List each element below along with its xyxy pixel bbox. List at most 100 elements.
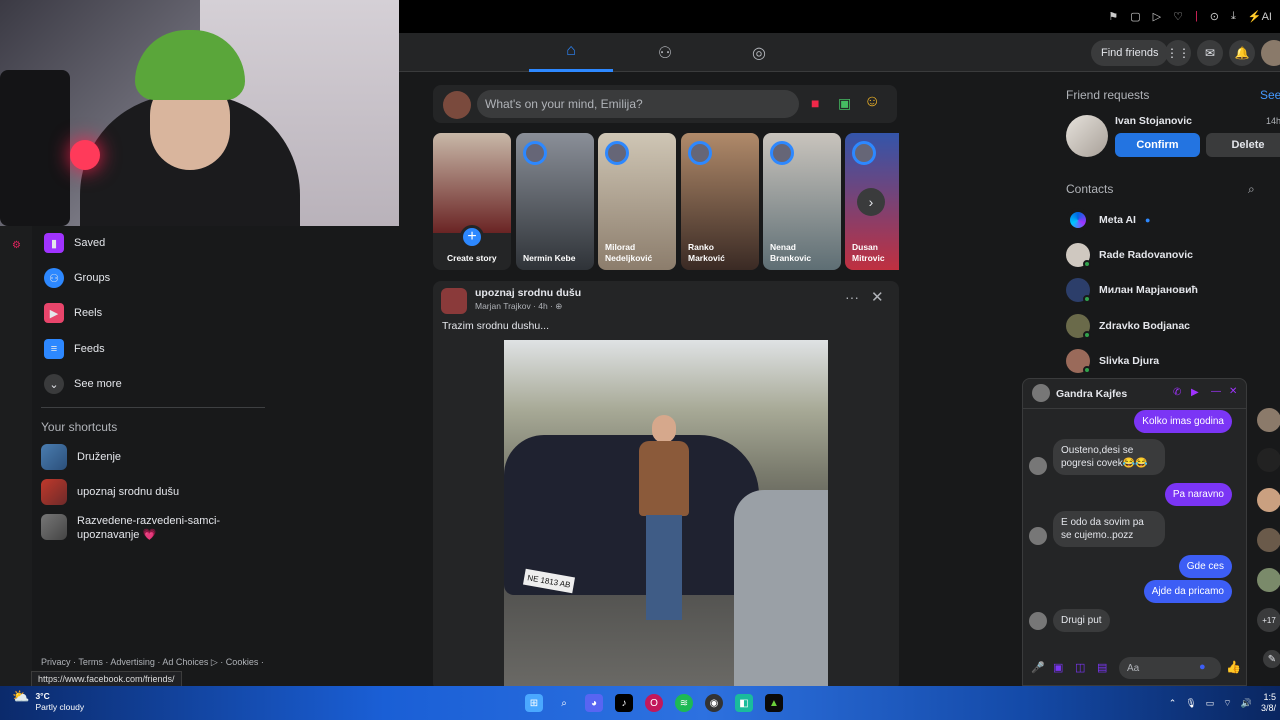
shortcut-druzenje[interactable]: Druženje — [41, 444, 121, 470]
chat-head-avatar[interactable] — [1257, 528, 1280, 552]
chat-message-input[interactable]: Aa — [1119, 657, 1221, 679]
opera-icon[interactable]: O — [645, 694, 663, 712]
sidebar-item-reels[interactable]: ▶ Reels — [44, 303, 102, 323]
extension-icons: ⚑ ▢ ▷ ♡ | ⊙ ⤓ ⚡AI — [1108, 10, 1272, 23]
story-card[interactable]: Nermin Kebe — [516, 133, 594, 270]
display-icon[interactable]: ▭ — [1206, 698, 1215, 709]
photo-icon[interactable]: ▣ — [838, 95, 851, 112]
windows-taskbar: ⛅ 3°C Partly cloudy ⊞ ⌕ ◕ ♪ O ≋ ◉ ◧ ▲ ⌃ … — [0, 686, 1280, 720]
chat-head-avatar[interactable] — [1257, 448, 1280, 472]
discord-icon[interactable]: ◕ — [585, 694, 603, 712]
gif-icon[interactable]: ▤ — [1097, 661, 1107, 674]
profile-avatar[interactable] — [1261, 40, 1280, 66]
play-icon[interactable]: ▷ — [1153, 10, 1161, 23]
sidebar-item-label: Feeds — [74, 343, 105, 355]
avatar[interactable] — [1066, 115, 1108, 157]
online-indicator — [1083, 366, 1091, 374]
bookmark-icon[interactable]: ⚑ — [1108, 10, 1118, 23]
footer-links[interactable]: Privacy · Terms · Advertising · Ad Choic… — [41, 657, 264, 668]
confirm-button[interactable]: Confirm — [1115, 133, 1200, 157]
sticker-icon[interactable]: ◫ — [1075, 661, 1085, 674]
find-friends-button[interactable]: Find friends — [1091, 40, 1169, 66]
wifi-icon[interactable]: ⌔ — [1223, 698, 1231, 709]
post-photo[interactable]: NE 1813 AB — [504, 340, 828, 691]
menu-grid-button[interactable]: ⋮⋮ — [1165, 40, 1191, 66]
like-icon[interactable]: 👍 — [1226, 660, 1241, 674]
composer-input[interactable]: What's on your mind, Emilija? — [477, 90, 799, 118]
contact-item[interactable]: Slivka Djura — [1066, 349, 1160, 374]
image-icon[interactable]: ▣ — [1053, 661, 1063, 674]
tab-friends[interactable]: ⚇ — [623, 33, 707, 72]
group-thumbnail — [41, 514, 67, 540]
contact-item[interactable]: Meta AI ● — [1066, 208, 1150, 232]
story-create[interactable]: + Create story — [433, 133, 511, 270]
contact-item[interactable]: Zdravko Bodjanac — [1066, 314, 1191, 339]
tab-groups[interactable]: ◎ — [717, 33, 801, 72]
weather-widget[interactable]: ⛅ 3°C Partly cloudy — [12, 689, 84, 713]
see-all-link[interactable]: See — [1260, 88, 1280, 102]
download-icon[interactable]: ⤓ — [1231, 10, 1236, 23]
sidebar-item-see-more[interactable]: ⌄ See more — [44, 374, 122, 394]
emoji-icon[interactable]: ● — [1199, 661, 1206, 673]
more-options-icon[interactable]: ··· — [845, 289, 859, 305]
live-video-icon[interactable]: ■ — [811, 95, 819, 111]
contact-name: Милан Марјановић — [1099, 284, 1198, 296]
delete-button[interactable]: Delete — [1206, 133, 1280, 157]
window-icon[interactable]: ▢ — [1130, 10, 1140, 23]
heart-icon[interactable]: ♡ — [1173, 10, 1183, 23]
mic-icon[interactable]: 🎙 — [1185, 698, 1196, 709]
bell-icon: 🔔 — [1234, 46, 1250, 60]
more-chats-badge[interactable]: +17 — [1257, 608, 1280, 632]
close-icon[interactable]: ✕ — [1229, 386, 1237, 397]
spotify-icon[interactable]: ≋ — [675, 694, 693, 712]
contact-name: Slivka Djura — [1099, 355, 1160, 367]
contact-item[interactable]: Rade Radovanovic — [1066, 243, 1193, 268]
contact-item[interactable]: Милан Марјановић — [1066, 278, 1198, 303]
search-icon[interactable]: ⌕ — [555, 694, 573, 712]
chevron-up-icon[interactable]: ⌃ — [1169, 698, 1177, 709]
clock[interactable]: 1:5 3/8/ — [1261, 692, 1276, 714]
shortcut-razvedene[interactable]: Razvedene-razvedeni-samci- upoznavanje 💗 — [41, 514, 220, 542]
profile-icon[interactable]: ⊙ — [1210, 10, 1219, 23]
story-card[interactable]: Nenad Brankovic — [763, 133, 841, 270]
messenger-button[interactable]: ✉ — [1197, 40, 1223, 66]
chat-head-avatar[interactable] — [1257, 488, 1280, 512]
webcam-overlay — [0, 0, 399, 226]
feeling-icon[interactable]: ☺ — [864, 93, 880, 111]
windows-start-icon[interactable]: ⊞ — [525, 694, 543, 712]
phone-icon[interactable]: ✆ — [1173, 387, 1181, 398]
mic-icon[interactable]: 🎤 — [1031, 661, 1045, 674]
chat-head-avatar[interactable] — [1257, 408, 1280, 432]
stories-next-button[interactable]: › — [857, 188, 885, 216]
chat-contact-name[interactable]: Gandra Kajfes — [1056, 388, 1127, 400]
close-icon[interactable]: ✕ — [871, 288, 884, 306]
story-name: Ranko Marković — [688, 242, 725, 263]
shortcut-upoznaj-srodnu-dusu[interactable]: upoznaj srodnu dušu — [41, 479, 179, 505]
volume-icon[interactable]: 🔊 — [1241, 698, 1252, 709]
video-icon[interactable]: ▶ — [1191, 387, 1199, 398]
streamlabs-icon[interactable]: ▲ — [765, 694, 783, 712]
ai-icon[interactable]: ⚡AI — [1248, 10, 1272, 23]
group-avatar[interactable] — [441, 288, 467, 314]
sidebar-item-saved[interactable]: ▮ Saved — [44, 233, 105, 253]
post-group-name[interactable]: upoznaj srodnu dušu — [475, 287, 581, 299]
browser-toolbar: ⚑ ▢ ▷ ♡ | ⊙ ⤓ ⚡AI — [399, 0, 1280, 33]
story-card[interactable]: Milorad Nedeljković — [598, 133, 676, 270]
post-author-meta[interactable]: Marjan Trajkov · 4h · ⊕ — [475, 301, 562, 312]
shortcut-label-line1: Razvedene-razvedeni-samci- — [77, 515, 221, 527]
contact-name: Zdravko Bodjanac — [1099, 320, 1191, 332]
minimize-icon[interactable]: — — [1211, 386, 1221, 397]
chat-header[interactable]: Gandra Kajfes ✆ ▶ — ✕ — [1023, 379, 1246, 409]
notifications-button[interactable]: 🔔 — [1229, 40, 1255, 66]
chat-head-avatar[interactable] — [1257, 568, 1280, 592]
sidebar-item-groups[interactable]: ⚇ Groups — [44, 268, 110, 288]
new-message-icon[interactable]: ✎ — [1263, 650, 1280, 668]
chat-app-icon[interactable]: ◧ — [735, 694, 753, 712]
search-icon[interactable]: ⌕ — [1248, 182, 1255, 197]
obs-icon[interactable]: ◉ — [705, 694, 723, 712]
story-card[interactable]: Ranko Marković — [681, 133, 759, 270]
tab-home[interactable]: ⌂ — [529, 33, 613, 72]
tiktok-icon[interactable]: ♪ — [615, 694, 633, 712]
sidebar-item-feeds[interactable]: ≡ Feeds — [44, 339, 105, 359]
request-name[interactable]: Ivan Stojanovic — [1115, 115, 1192, 127]
